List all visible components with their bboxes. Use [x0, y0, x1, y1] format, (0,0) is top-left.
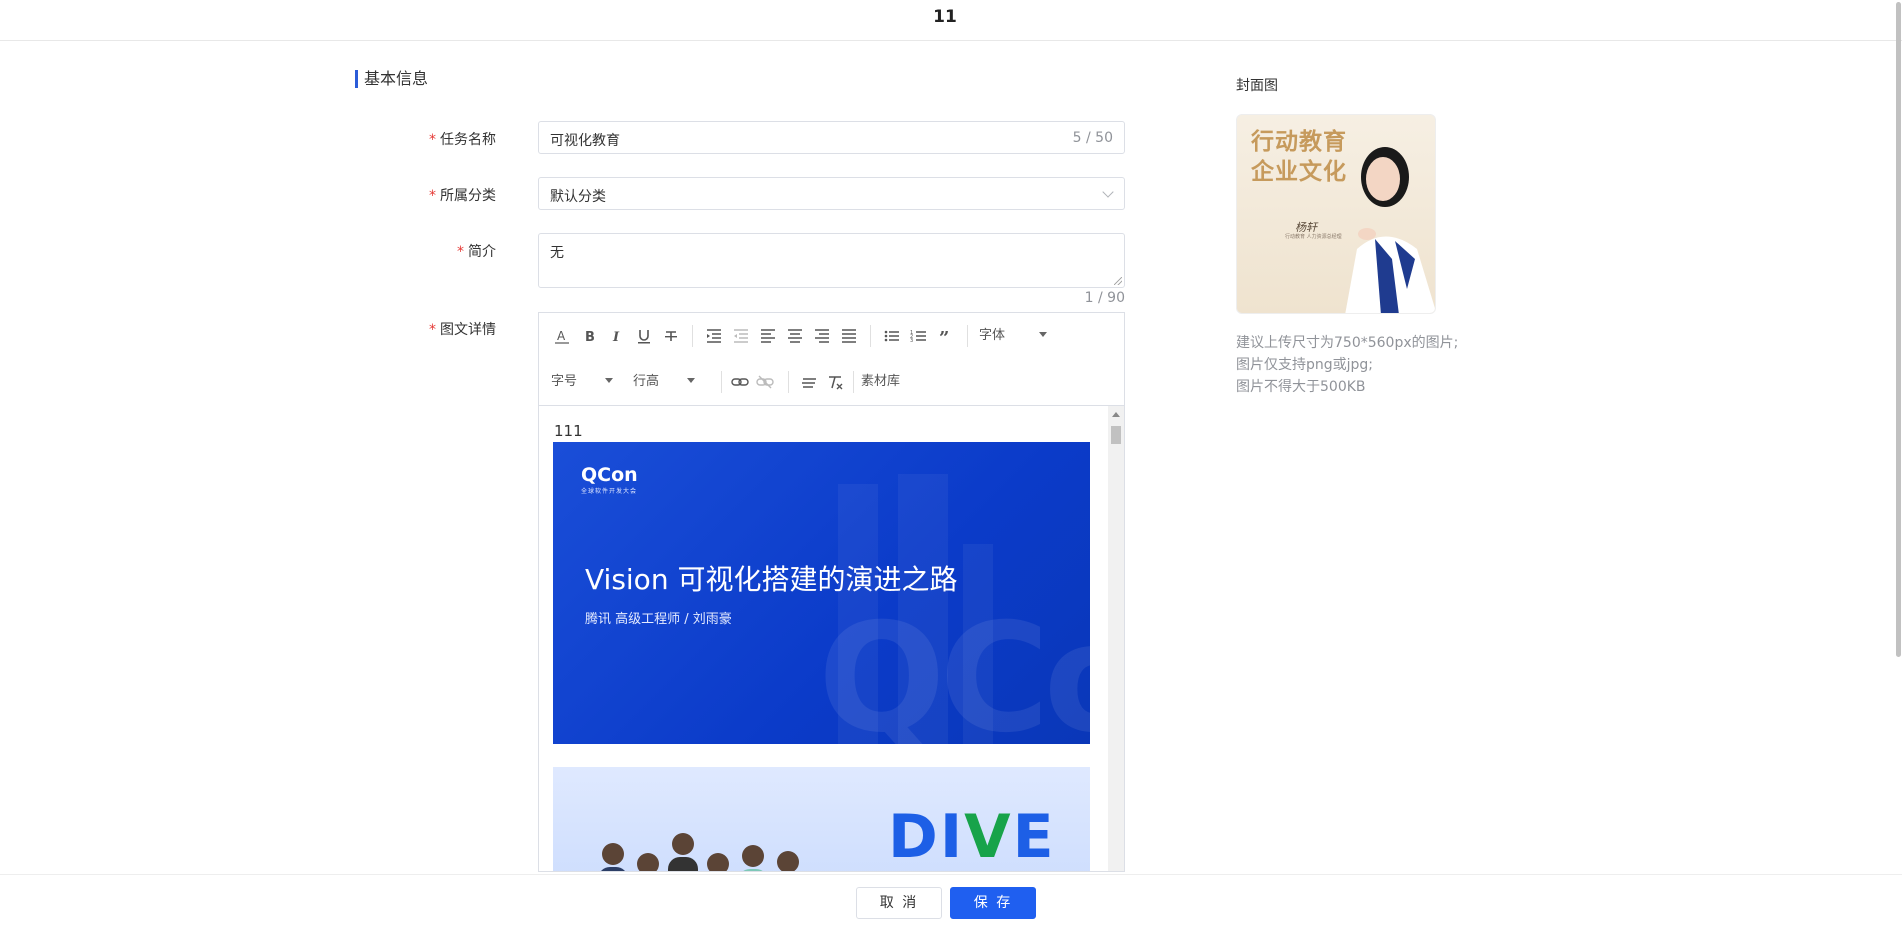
cover-signature-subtitle: 行动教育 人力资源总经理 — [1285, 234, 1342, 240]
svg-text:B: B — [585, 330, 595, 345]
font-family-dropdown[interactable]: 字体 — [979, 325, 1059, 347]
cover-line1: 行动教育 — [1251, 129, 1347, 155]
content-image-dive-slide[interactable]: DIVE — [553, 767, 1090, 871]
bullet-list-icon[interactable] — [881, 325, 903, 347]
cover-label: 封面图 — [1236, 78, 1278, 94]
person-figure — [738, 845, 768, 871]
italic-icon[interactable]: I — [606, 325, 628, 347]
detail-label-text: 图文详情 — [440, 322, 496, 338]
intro-value: 无 — [550, 245, 564, 261]
resize-grip-icon[interactable] — [1114, 277, 1122, 285]
svg-text:3: 3 — [910, 338, 913, 344]
dive-logo: DIVE — [888, 807, 1056, 867]
strikethrough-icon[interactable] — [660, 325, 682, 347]
section-title: 基本信息 — [355, 70, 428, 88]
toolbar-divider — [788, 371, 789, 393]
toolbar-divider — [870, 325, 871, 347]
font-color-icon[interactable]: A — [551, 325, 573, 347]
align-justify-icon[interactable] — [838, 325, 860, 347]
required-mark: * — [457, 244, 464, 260]
person-figure — [773, 851, 803, 871]
cover-line2: 企业文化 — [1251, 159, 1347, 185]
task-name-counter: 5 / 50 — [1072, 130, 1113, 146]
outdent-icon[interactable] — [730, 325, 752, 347]
person-figure — [633, 853, 663, 871]
dive-logo-text: DIVE — [888, 802, 1056, 872]
font-family-label: 字体 — [979, 328, 1006, 343]
editor-content[interactable]: 111 QCo QCon 全球软件开发大会 Vision 可视化搭建的演进之路 … — [539, 406, 1109, 871]
font-size-dropdown[interactable]: 字号 — [551, 371, 623, 393]
cover-hint-filesize: 图片不得大于500KB — [1236, 379, 1366, 395]
align-left-icon[interactable] — [757, 325, 779, 347]
align-center-icon[interactable] — [784, 325, 806, 347]
line-height-label: 行高 — [633, 374, 660, 389]
detail-label: * 图文详情 — [356, 319, 496, 339]
blockquote-icon[interactable]: ” — [935, 325, 957, 349]
category-value: 默认分类 — [550, 189, 606, 205]
svg-text:I: I — [612, 330, 620, 345]
content-text: 111 — [554, 422, 583, 440]
required-mark: * — [429, 188, 436, 204]
slide-subtitle: 腾讯 高级工程师 / 刘雨豪 — [585, 612, 732, 627]
intro-label-text: 简介 — [468, 244, 496, 260]
required-mark: * — [429, 322, 436, 338]
content-image-qcon-slide[interactable]: QCo QCon 全球软件开发大会 Vision 可视化搭建的演进之路 腾讯 高… — [553, 442, 1090, 744]
toolbar-divider — [692, 325, 693, 347]
link-icon[interactable] — [729, 371, 751, 393]
bold-icon[interactable]: B — [579, 325, 601, 347]
scroll-up-arrow-icon[interactable] — [1112, 412, 1120, 417]
toolbar-divider — [853, 371, 854, 393]
cover-image-upload[interactable]: 行动教育 企业文化 杨轩 行动教育 人力资源总经理 — [1236, 114, 1436, 314]
slide-watermark: QCo — [818, 592, 1090, 744]
align-right-icon[interactable] — [811, 325, 833, 347]
task-name-label: * 任务名称 — [356, 129, 496, 149]
svg-text:A: A — [557, 329, 566, 343]
toolbar-divider — [721, 371, 722, 393]
toolbar-divider — [967, 325, 968, 347]
slide-title: Vision 可视化搭建的演进之路 — [585, 563, 958, 596]
unlink-icon[interactable] — [754, 371, 776, 393]
underline-icon[interactable] — [633, 325, 655, 347]
category-label-text: 所属分类 — [440, 188, 496, 204]
person-figure — [703, 853, 733, 871]
caret-down-icon — [1039, 332, 1048, 337]
cover-hint-size: 建议上传尺寸为750*560px的图片; — [1236, 335, 1459, 351]
font-size-label: 字号 — [551, 374, 578, 389]
numbered-list-icon[interactable]: 123 — [908, 325, 930, 347]
material-library-button[interactable]: 素材库 — [861, 371, 911, 393]
page-title: 11 — [933, 7, 957, 27]
indent-icon[interactable] — [703, 325, 725, 347]
category-label: * 所属分类 — [356, 185, 496, 205]
editor-toolbar: A B I 1 2 3 ” 字体 字号 行高 素材库 — [539, 313, 1124, 406]
intro-label: * 简介 — [356, 241, 496, 261]
save-button[interactable]: 保 存 — [950, 887, 1036, 919]
editor-scrollbar[interactable] — [1108, 406, 1124, 871]
rich-text-editor: A B I 1 2 3 ” 字体 字号 行高 素材库 111 QC QCon 全… — [538, 312, 1125, 872]
task-name-input[interactable]: 可视化教育 5 / 50 — [538, 121, 1125, 154]
cover-text: 行动教育 企业文化 — [1251, 127, 1347, 187]
scrollbar-thumb[interactable] — [1111, 426, 1121, 444]
page-scrollbar[interactable] — [1894, 0, 1902, 660]
caret-down-icon — [687, 378, 696, 383]
required-mark: * — [429, 132, 436, 148]
chevron-down-icon — [1102, 186, 1114, 198]
intro-counter: 1 / 90 — [1084, 290, 1125, 306]
line-height-dropdown[interactable]: 行高 — [633, 371, 705, 393]
clear-format-icon[interactable] — [798, 371, 820, 393]
qcon-logo: QCon — [581, 464, 638, 486]
svg-text:”: ” — [939, 328, 949, 347]
cover-portrait-icon — [1345, 147, 1435, 313]
task-name-value: 可视化教育 — [550, 133, 620, 149]
cancel-button[interactable]: 取 消 — [856, 887, 942, 919]
qcon-logo-subtitle: 全球软件开发大会 — [581, 488, 638, 495]
intro-textarea[interactable]: 无 — [538, 233, 1125, 288]
category-select[interactable]: 默认分类 — [538, 177, 1125, 210]
person-figure — [668, 833, 698, 871]
cover-hint-format: 图片仅支持png或jpg; — [1236, 357, 1374, 373]
task-name-label-text: 任务名称 — [440, 132, 496, 148]
caret-down-icon — [605, 378, 614, 383]
remove-format-icon[interactable] — [824, 371, 846, 393]
person-figure — [598, 843, 628, 871]
page-scrollbar-thumb[interactable] — [1896, 2, 1901, 657]
